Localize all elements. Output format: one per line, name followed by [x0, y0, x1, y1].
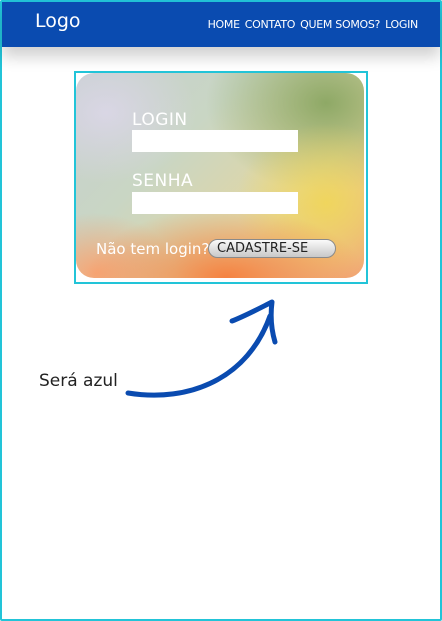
curved-arrow-icon — [125, 299, 278, 398]
signup-button[interactable]: CADASTRE-SE — [208, 239, 336, 258]
login-card: LOGIN SENHA Não tem login? CADASTRE-SE — [76, 73, 364, 278]
nav-item-quem-somos[interactable]: QUEM SOMOS? — [300, 18, 380, 31]
password-input[interactable] — [132, 192, 298, 214]
password-label: SENHA — [132, 171, 194, 191]
annotation-note: Será azul — [39, 371, 118, 391]
login-label: LOGIN — [132, 110, 188, 130]
login-input[interactable] — [132, 130, 298, 152]
nav-item-contato[interactable]: CONTATO — [245, 18, 296, 31]
header-bar: Logo HOME CONTATO QUEM SOMOS? LOGIN — [2, 2, 440, 47]
nav-item-home[interactable]: HOME — [208, 18, 240, 31]
main-nav: HOME CONTATO QUEM SOMOS? LOGIN — [208, 18, 419, 31]
nav-item-login[interactable]: LOGIN — [385, 18, 418, 31]
logo[interactable]: Logo — [35, 10, 81, 32]
signup-prompt: Não tem login? — [96, 240, 210, 258]
